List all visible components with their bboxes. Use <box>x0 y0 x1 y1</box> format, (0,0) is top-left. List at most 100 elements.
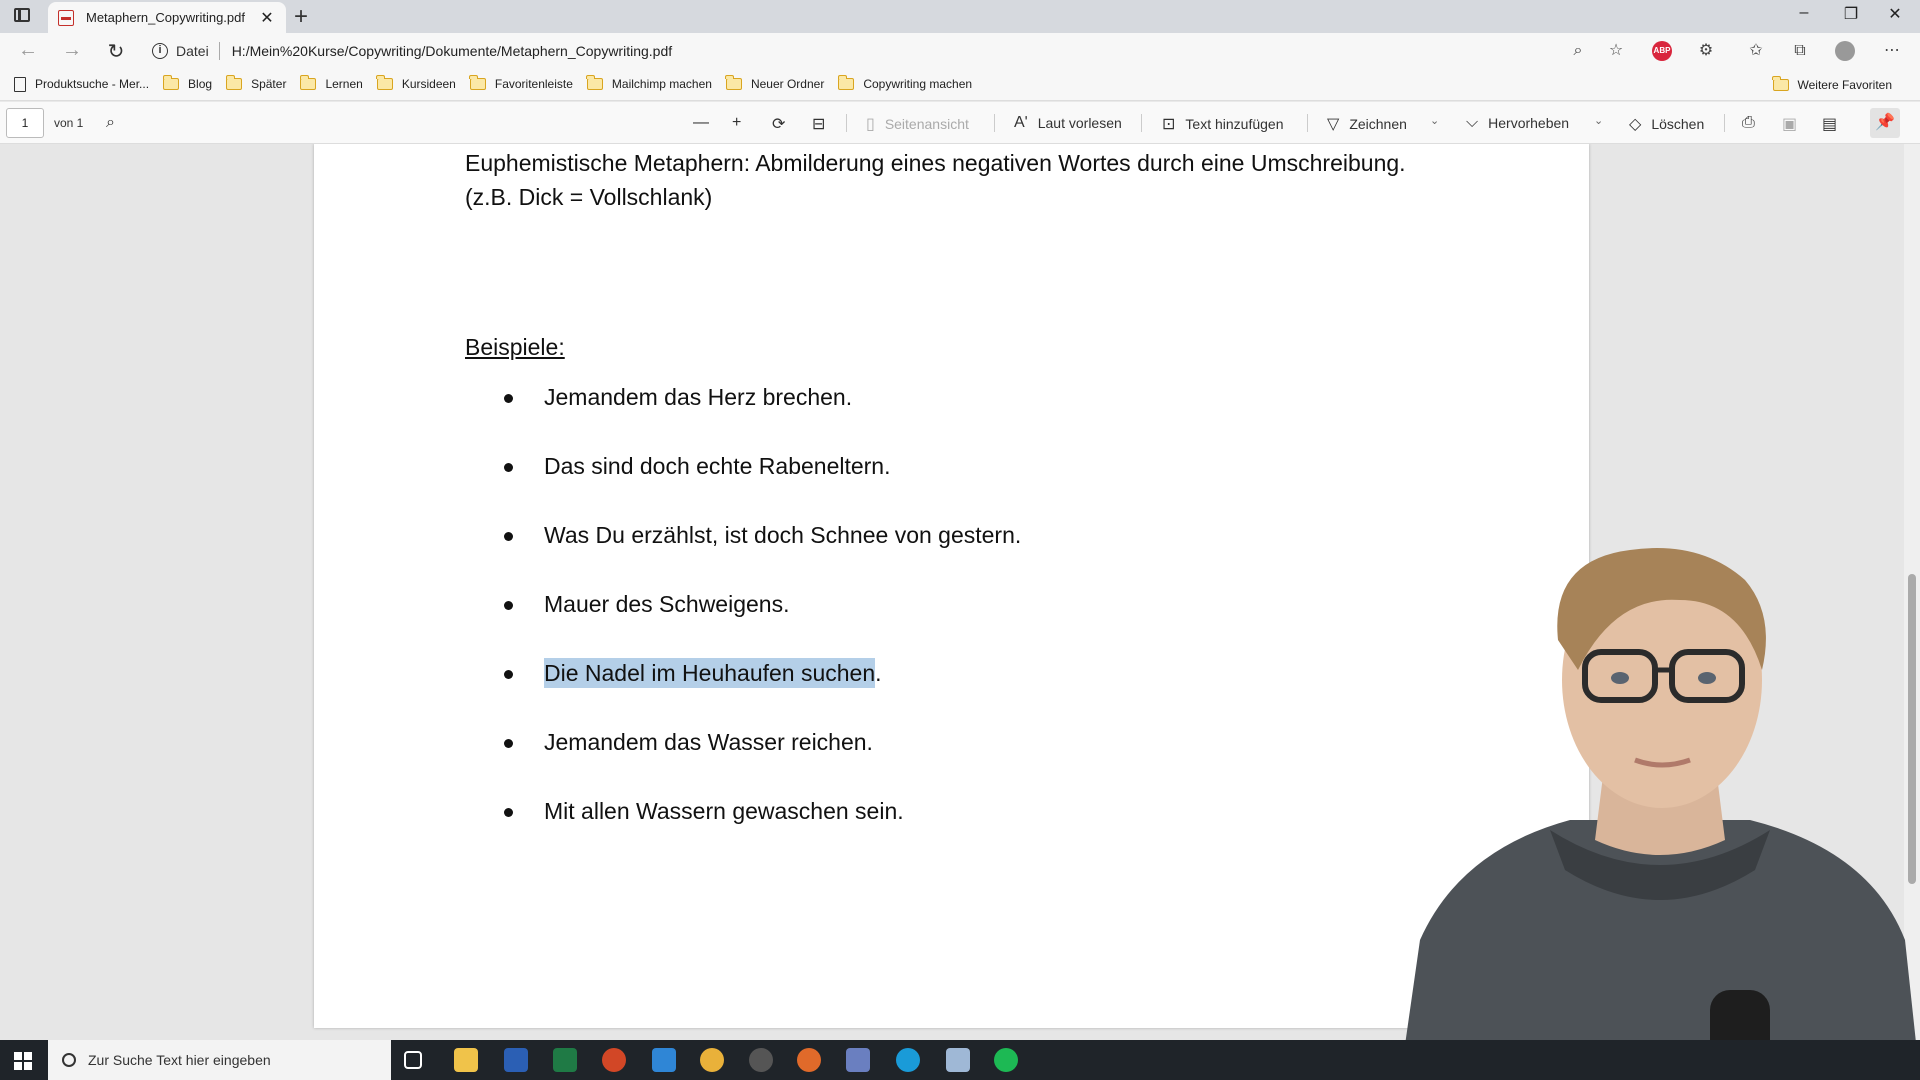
bookmark-label: Produktsuche - Mer... <box>35 77 150 91</box>
bookmark-folder[interactable]: Mailchimp machen <box>586 75 712 91</box>
favorites-icon[interactable]: ✩ <box>1746 41 1766 61</box>
other-favorites[interactable]: Weitere Favoriten <box>1772 68 1892 101</box>
highlight-label: Hervorheben <box>1488 115 1570 131</box>
info-icon[interactable]: i <box>152 42 168 59</box>
bookmark-label: Copywriting machen <box>863 77 973 91</box>
bookmark-folder[interactable]: Kursideen <box>376 75 456 91</box>
address-bar: ← → ↻ i Datei H:/Mein%20Kurse/Copywritin… <box>0 33 1920 68</box>
app-icon[interactable] <box>946 1048 970 1072</box>
url-field[interactable]: i Datei H:/Mein%20Kurse/Copywriting/Doku… <box>152 36 672 65</box>
folder-icon <box>299 75 317 90</box>
url-text[interactable]: H:/Mein%20Kurse/Copywriting/Dokumente/Me… <box>232 43 672 59</box>
sentence-period: . <box>875 660 882 686</box>
bookmark-folder[interactable]: Copywriting machen <box>837 75 973 91</box>
toolbar-separator <box>994 114 995 132</box>
folder-icon <box>225 75 243 90</box>
mail-icon[interactable] <box>652 1048 676 1072</box>
forward-icon[interactable]: → <box>60 39 84 62</box>
spotify-icon[interactable] <box>994 1048 1018 1072</box>
obs-icon[interactable] <box>749 1048 773 1072</box>
profile-avatar[interactable] <box>1835 41 1855 61</box>
pdf-page: Euphemistische Metaphern: Abmilderung ei… <box>314 144 1589 1028</box>
bookmark-folder[interactable]: Lernen <box>299 75 363 91</box>
list-item: Was Du erzählst, ist doch Schnee von ges… <box>504 524 1021 593</box>
close-tab-icon[interactable]: ✕ <box>258 8 276 28</box>
tab-bar: Metaphern_Copywriting.pdf ✕ + – ❐ ✕ <box>0 0 1920 33</box>
intro-example: (z.B. Dick = Vollschlank) <box>465 184 713 210</box>
restore-icon[interactable]: ❐ <box>1836 4 1866 24</box>
search-icon[interactable]: ⌕ <box>106 114 125 132</box>
window-close-icon[interactable]: ✕ <box>1880 4 1910 24</box>
list-item: Mauer des Schweigens. <box>504 593 1021 662</box>
zoom-in-icon[interactable]: + <box>732 114 751 132</box>
toolbar-separator <box>1724 114 1725 132</box>
examples-heading: Beispiele: <box>465 334 565 360</box>
examples-list: Jemandem das Herz brechen. Das sind doch… <box>504 386 1021 869</box>
save-icon[interactable]: ▣ <box>1782 114 1807 134</box>
bookmark-folder[interactable]: Später <box>225 75 286 91</box>
minimize-icon[interactable]: – <box>1789 4 1819 22</box>
draw-button[interactable]: ▽ Zeichnen <box>1327 114 1407 134</box>
zoom-icon[interactable]: ⌕ <box>1568 41 1588 61</box>
bookmark-folder[interactable]: Neuer Ordner <box>725 75 824 91</box>
save-as-icon[interactable]: ▤ <box>1822 114 1847 134</box>
read-aloud-button[interactable]: Aʹ Laut vorlesen <box>1014 114 1122 132</box>
folder-icon <box>837 75 855 90</box>
word-icon[interactable] <box>504 1048 528 1072</box>
zoom-out-icon[interactable]: — <box>693 114 719 132</box>
folder-icon <box>162 75 180 90</box>
page-number-input[interactable]: 1 <box>6 108 44 138</box>
folder-icon <box>586 75 603 90</box>
fit-page-icon[interactable]: ⊟ <box>812 114 835 134</box>
highlight-options-chevron-icon[interactable]: ⌄ <box>1594 114 1603 127</box>
new-tab-icon[interactable]: + <box>294 3 308 31</box>
collections-icon[interactable]: ⧉ <box>1790 41 1810 61</box>
list-item: Jemandem das Wasser reichen. <box>504 731 1021 800</box>
taskbar-search-input[interactable]: Zur Suche Text hier eingeben <box>48 1040 391 1080</box>
edge-icon[interactable] <box>896 1048 920 1072</box>
add-text-button[interactable]: ⊡ Text hinzufügen <box>1162 114 1283 134</box>
bookmark-folder[interactable]: Favoritenleiste <box>469 75 573 91</box>
bookmark-folder[interactable]: Blog <box>162 75 213 91</box>
chrome-icon[interactable] <box>700 1048 724 1072</box>
list-item-highlighted[interactable]: Die Nadel im Heuhaufen suchen. <box>504 658 1021 731</box>
draw-options-chevron-icon[interactable]: ⌄ <box>1430 114 1439 127</box>
highlight-icon: ⌵ <box>1466 114 1479 131</box>
browser-tab[interactable]: Metaphern_Copywriting.pdf ✕ <box>48 2 286 33</box>
back-icon[interactable]: ← <box>16 39 40 62</box>
tab-actions-icon[interactable] <box>14 8 30 22</box>
list-item: Jemandem das Herz brechen. <box>504 386 1021 455</box>
eraser-icon: ◇ <box>1629 116 1642 133</box>
erase-label: Löschen <box>1651 116 1705 132</box>
page-view-button[interactable]: ▯ Seitenansicht <box>866 114 969 134</box>
extensions-icon[interactable]: ⚙ <box>1696 41 1716 61</box>
bookmark-item[interactable]: Produktsuche - Mer... <box>14 76 150 92</box>
toolbar-separator <box>1307 114 1308 132</box>
powerpoint-icon[interactable] <box>602 1048 626 1072</box>
bookmark-label: Mailchimp machen <box>611 77 712 91</box>
windows-taskbar: Zur Suche Text hier eingeben <box>0 1040 1920 1080</box>
url-separator <box>218 41 220 60</box>
bookmark-label: Blog <box>188 77 213 91</box>
favorite-add-icon[interactable]: ☆ <box>1606 41 1626 61</box>
file-explorer-icon[interactable] <box>454 1048 478 1072</box>
draw-icon: ▽ <box>1327 116 1340 133</box>
bookmark-label: Favoritenleiste <box>494 77 573 91</box>
rotate-icon[interactable]: ⟳ <box>772 114 795 134</box>
highlight-button[interactable]: ⌵ Hervorheben <box>1466 114 1569 132</box>
folder-icon <box>1772 75 1789 91</box>
excel-icon[interactable] <box>553 1048 577 1072</box>
text-selection[interactable]: Die Nadel im Heuhaufen suchen <box>544 658 876 688</box>
adblock-icon[interactable]: ABP <box>1652 41 1672 61</box>
erase-button[interactable]: ◇ Löschen <box>1629 114 1704 134</box>
task-view-icon[interactable] <box>404 1051 422 1069</box>
folder-icon <box>469 75 486 90</box>
app-icon[interactable] <box>846 1048 870 1072</box>
pin-toolbar-icon[interactable]: 📌 <box>1870 108 1900 138</box>
app-icon[interactable] <box>797 1048 821 1072</box>
intro-paragraph: Euphemistische Metaphern: Abmilderung ei… <box>465 146 1406 214</box>
reload-icon[interactable]: ↻ <box>104 39 128 64</box>
more-menu-icon[interactable]: ⋯ <box>1882 41 1902 61</box>
print-icon[interactable]: ⎙ <box>1742 114 1765 132</box>
windows-start-icon[interactable] <box>14 1052 32 1070</box>
